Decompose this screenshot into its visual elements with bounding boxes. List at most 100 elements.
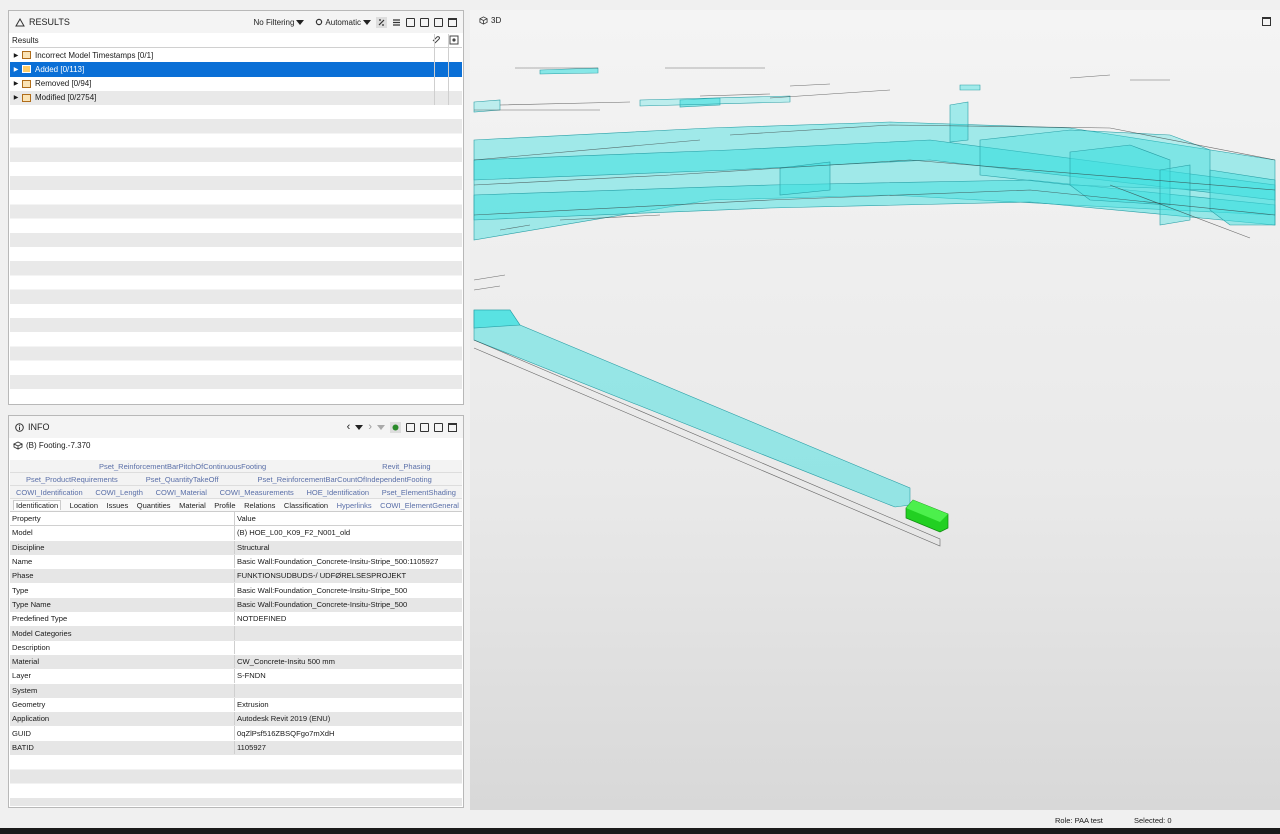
tab-issues[interactable]: Issues [107, 501, 129, 510]
copy-button-3[interactable] [434, 422, 443, 432]
mode-dropdown[interactable]: Automatic [315, 18, 371, 27]
maximize-button[interactable] [448, 17, 457, 27]
tab-pset-quantitytakeoff[interactable]: Pset_QuantityTakeOff [146, 475, 219, 484]
tab-location[interactable]: Location [70, 501, 98, 510]
property-name: Type [10, 583, 235, 597]
result-group-item[interactable]: ▶ Removed [0/94] [10, 77, 462, 91]
history-dropdown[interactable] [355, 424, 364, 430]
tab-revit-phasing[interactable]: Revit_Phasing [382, 462, 430, 471]
auto-update-button[interactable] [376, 16, 387, 28]
expand-arrow-icon[interactable]: ▶ [10, 94, 22, 101]
tab-pset-productrequirements[interactable]: Pset_ProductRequirements [26, 475, 118, 484]
group-icon [22, 51, 31, 60]
property-row[interactable]: Model (B) HOE_L00_K09_F2_N001_old [10, 526, 462, 540]
export-button-2[interactable] [420, 17, 429, 27]
result-group-label: Incorrect Model Timestamps [0/1] [35, 50, 154, 60]
tab-cowi-length[interactable]: COWI_Length [95, 488, 143, 497]
chevron-down-icon [377, 424, 385, 430]
role-status: Role: PAA test [1055, 816, 1103, 825]
tab-pset-elementshading[interactable]: Pset_ElementShading [382, 488, 456, 497]
value-column-header[interactable]: Value [235, 514, 256, 523]
properties-table: Property Value Model (B) HOE_L00_K09_F2_N… [10, 512, 462, 806]
list-icon [393, 18, 400, 26]
tab-row: COWI_Identification COWI_Length COWI_Mat… [10, 486, 462, 499]
property-name: Model [10, 526, 235, 540]
property-column-header[interactable]: Property [10, 512, 235, 526]
result-group-item[interactable]: ▶ Added [0/113] [10, 62, 462, 77]
property-row[interactable]: Predefined Type NOTDEFINED [10, 612, 462, 626]
clipboard-icon [420, 17, 429, 27]
tab-identification[interactable]: Identification [13, 500, 62, 510]
result-group-item[interactable]: ▶ Modified [0/2754] [10, 90, 462, 105]
property-value: NOTDEFINED [237, 614, 287, 624]
tab-pset-reinforcementbarcount[interactable]: Pset_ReinforcementBarCountOfIndependentF… [258, 475, 432, 484]
copy-button-2[interactable] [420, 422, 429, 432]
export-button-1[interactable] [406, 17, 415, 27]
tab-relations[interactable]: Relations [244, 501, 275, 510]
list-view-button[interactable] [392, 18, 401, 27]
window-icon [448, 17, 457, 27]
copy-button-1[interactable] [406, 422, 415, 432]
property-row[interactable]: Discipline Structural [10, 540, 462, 555]
tab-cowi-elementgeneral[interactable]: COWI_ElementGeneral [380, 501, 459, 510]
tab-quantities[interactable]: Quantities [137, 501, 171, 510]
property-row[interactable]: Layer S-FNDN [10, 669, 462, 683]
expand-arrow-icon[interactable]: ▶ [10, 80, 22, 87]
property-name: System [10, 683, 235, 697]
clipboard-icon [406, 422, 415, 432]
tab-cowi-material[interactable]: COWI_Material [156, 488, 207, 497]
empty-rows [10, 755, 462, 806]
property-row[interactable]: System [10, 683, 462, 698]
export-button-3[interactable] [434, 17, 443, 27]
forward-button[interactable]: › [368, 421, 372, 433]
info-header: INFO ‹ › [9, 416, 463, 438]
chevron-down-icon [296, 19, 305, 25]
back-button[interactable]: ‹ [347, 421, 351, 433]
tab-classification[interactable]: Classification [284, 501, 328, 510]
property-row[interactable]: BATID 1105927 [10, 740, 462, 756]
property-row[interactable]: Phase FUNKTIONSUDBUDS-/ UDFØRELSESPROJEKT [10, 569, 462, 584]
property-row[interactable]: Application Autodesk Revit 2019 (ENU) [10, 712, 462, 727]
expand-arrow-icon[interactable]: ▶ [10, 66, 22, 73]
property-name: Material [10, 654, 235, 669]
eye-icon [392, 424, 399, 430]
selection-status: Selected: 0 [1134, 816, 1172, 825]
tab-cowi-identification[interactable]: COWI_Identification [16, 488, 83, 497]
tab-profile[interactable]: Profile [214, 501, 235, 510]
tab-hoe-identification[interactable]: HOE_Identification [307, 488, 370, 497]
results-column-header: Results [10, 34, 462, 49]
property-name: Name [10, 554, 235, 569]
property-row[interactable]: Model Categories [10, 626, 462, 641]
property-value: Autodesk Revit 2019 (ENU) [237, 714, 331, 724]
property-row[interactable]: Name Basic Wall:Foundation_Concrete-Insit… [10, 554, 462, 569]
property-row[interactable]: Geometry Extrusion [10, 697, 462, 712]
model-scene [473, 67, 1276, 547]
results-column-label: Results [12, 36, 39, 46]
maximize-button[interactable] [448, 422, 457, 432]
tab-pset-reinforcementbarpitch[interactable]: Pset_ReinforcementBarPitchOfContinuousFo… [99, 462, 266, 471]
property-row[interactable]: Material CW_Concrete-Insitu 500 mm [10, 654, 462, 670]
focus-icon[interactable] [449, 35, 459, 47]
element-type-icon [13, 441, 23, 450]
paperclip-icon[interactable] [431, 35, 440, 46]
clipboard-icon [406, 17, 415, 27]
tab-material[interactable]: Material [179, 501, 206, 510]
result-group-item[interactable]: ▶ Incorrect Model Timestamps [0/1] [10, 48, 462, 62]
property-value: CW_Concrete-Insitu 500 mm [237, 657, 335, 667]
property-row[interactable]: Type Basic Wall:Foundation_Concrete-Insit… [10, 583, 462, 597]
tab-cowi-measurements[interactable]: COWI_Measurements [220, 488, 294, 497]
3d-viewport[interactable]: 3D [470, 10, 1280, 810]
clipboard-icon [434, 422, 443, 432]
expand-arrow-icon[interactable]: ▶ [10, 52, 22, 59]
property-row[interactable]: GUID 0qZlPsf516ZBSQFgo7mXdH [10, 726, 462, 740]
highlight-toggle[interactable] [390, 421, 401, 433]
tab-hyperlinks[interactable]: Hyperlinks [337, 501, 372, 510]
result-group-label: Modified [0/2754] [35, 93, 97, 103]
property-name: GUID [10, 726, 235, 740]
property-row[interactable]: Type Name Basic Wall:Foundation_Concrete-… [10, 597, 462, 613]
clipboard-icon [420, 422, 429, 432]
filter-dropdown[interactable]: No Filtering [254, 18, 305, 27]
property-row[interactable]: Description [10, 640, 462, 655]
property-value: Basic Wall:Foundation_Concrete-Insitu-St… [237, 557, 439, 567]
history-forward-dropdown[interactable] [377, 424, 385, 430]
